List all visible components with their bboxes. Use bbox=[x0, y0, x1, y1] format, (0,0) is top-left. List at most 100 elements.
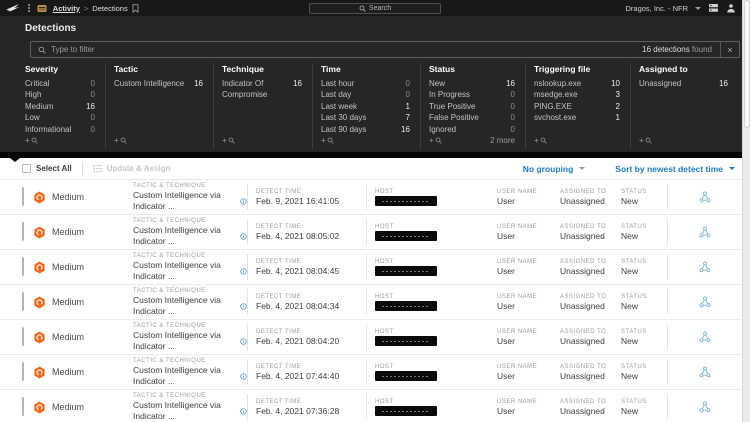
app-menu-kebab-icon[interactable] bbox=[27, 3, 31, 13]
facet-more-link[interactable]: 2 more bbox=[490, 136, 515, 145]
filter-collapse-handle[interactable] bbox=[0, 152, 750, 162]
facet-option[interactable]: Indicator Of Compromise 16 bbox=[222, 78, 302, 101]
status-column-label: STATUS bbox=[621, 293, 647, 300]
facet-option[interactable]: True Positive 0 bbox=[429, 101, 515, 112]
network-graph-icon[interactable] bbox=[698, 400, 712, 414]
facet-option[interactable]: Medium 16 bbox=[25, 101, 95, 112]
table-row[interactable]: Medium TACTIC & TECHNIQUE Custom Intelli… bbox=[0, 180, 742, 215]
select-all-checkbox[interactable] bbox=[22, 164, 31, 173]
severity-medium-icon bbox=[34, 366, 45, 378]
facet-option-count: 16 bbox=[86, 101, 95, 111]
clear-filter-button[interactable]: × bbox=[721, 45, 739, 55]
add-facet-filter-button[interactable]: + bbox=[114, 136, 127, 145]
facet-option[interactable]: Custom Intelligence 16 bbox=[114, 78, 203, 89]
plus-icon: + bbox=[534, 136, 539, 145]
breadcrumb-activity-link[interactable]: Activity bbox=[53, 4, 80, 13]
table-row[interactable]: Medium TACTIC & TECHNIQUE Custom Intelli… bbox=[0, 355, 742, 390]
vertical-scrollbar[interactable] bbox=[742, 0, 750, 422]
facet-option[interactable]: False Positive 0 bbox=[429, 112, 515, 123]
facet-option-label: In Progress bbox=[429, 90, 470, 100]
network-graph-icon[interactable] bbox=[698, 260, 712, 274]
info-icon[interactable] bbox=[240, 232, 247, 241]
facet-column: Technique Indicator Of Compromise 16 + bbox=[213, 63, 312, 149]
facet-option[interactable]: Critical 0 bbox=[25, 78, 95, 89]
row-checkbox[interactable] bbox=[22, 397, 24, 416]
network-graph-icon[interactable] bbox=[698, 225, 712, 239]
select-all-label[interactable]: Select All bbox=[36, 164, 72, 173]
info-icon[interactable] bbox=[240, 197, 247, 206]
facet-option[interactable]: High 0 bbox=[25, 89, 95, 100]
add-facet-filter-button[interactable]: + bbox=[321, 136, 334, 145]
table-row[interactable]: Medium TACTIC & TECHNIQUE Custom Intelli… bbox=[0, 215, 742, 250]
add-facet-filter-button[interactable]: + bbox=[639, 136, 652, 145]
tactic-value: Custom Intelligence via Indicator ... bbox=[133, 365, 221, 386]
user-avatar-icon[interactable] bbox=[726, 3, 736, 13]
row-checkbox[interactable] bbox=[22, 292, 24, 311]
facet-option[interactable]: New 16 bbox=[429, 78, 515, 89]
scrollbar-thumb[interactable] bbox=[744, 0, 750, 128]
bookmark-icon[interactable] bbox=[132, 3, 139, 13]
network-graph-icon[interactable] bbox=[698, 330, 712, 344]
facet-option[interactable]: msedge.exe 3 bbox=[534, 89, 620, 100]
facet-option[interactable]: Last day 0 bbox=[321, 89, 410, 100]
page-title: Detections bbox=[25, 23, 77, 34]
assigned-to-column-label: ASSIGNED TO bbox=[560, 258, 607, 265]
sort-dropdown[interactable]: Sort by newest detect time bbox=[615, 164, 723, 174]
row-checkbox[interactable] bbox=[22, 257, 24, 276]
facet-option[interactable]: In Progress 0 bbox=[429, 89, 515, 100]
facet-column: Tactic Custom Intelligence 16 + bbox=[105, 63, 213, 149]
detect-time-column-label: DETECT TIME bbox=[256, 328, 302, 335]
add-facet-filter-button[interactable]: + bbox=[222, 136, 235, 145]
info-icon[interactable] bbox=[240, 337, 247, 346]
network-graph-icon[interactable] bbox=[698, 190, 712, 204]
add-facet-filter-button[interactable]: + bbox=[429, 136, 442, 145]
facet-option-label: New bbox=[429, 79, 446, 88]
info-icon[interactable] bbox=[240, 267, 247, 276]
network-graph-icon[interactable] bbox=[698, 295, 712, 309]
table-row[interactable]: Medium TACTIC & TECHNIQUE Custom Intelli… bbox=[0, 390, 742, 422]
host-column-label: HOST bbox=[375, 259, 394, 265]
row-checkbox[interactable] bbox=[22, 222, 24, 241]
table-row[interactable]: Medium TACTIC & TECHNIQUE Custom Intelli… bbox=[0, 250, 742, 285]
facet-option[interactable]: Last 90 days 16 bbox=[321, 124, 410, 135]
facet-option[interactable]: PING.EXE 2 bbox=[534, 101, 620, 112]
add-facet-filter-button[interactable]: + bbox=[534, 136, 547, 145]
server-stack-icon[interactable] bbox=[708, 3, 719, 13]
add-facet-filter-button[interactable]: + bbox=[25, 136, 38, 145]
facet-option[interactable]: Informational 0 bbox=[25, 124, 95, 135]
org-selector[interactable]: Dragos, Inc. - NFR bbox=[625, 4, 688, 13]
info-icon[interactable] bbox=[240, 372, 247, 381]
facet-option-label: Low bbox=[25, 113, 40, 123]
detect-time-value: Feb. 9, 2021 16:41:05 bbox=[256, 195, 340, 206]
row-checkbox[interactable] bbox=[22, 327, 24, 346]
facet-option[interactable]: Last 30 days 7 bbox=[321, 112, 410, 123]
status-column-label: STATUS bbox=[621, 363, 647, 370]
network-graph-icon[interactable] bbox=[698, 365, 712, 379]
facet-option-label: Medium bbox=[25, 101, 54, 111]
grouping-dropdown[interactable]: No grouping bbox=[523, 164, 574, 174]
site-icon[interactable] bbox=[37, 4, 47, 13]
table-row[interactable]: Medium TACTIC & TECHNIQUE Custom Intelli… bbox=[0, 285, 742, 320]
facet-option[interactable]: nslookup.exe 10 bbox=[534, 78, 620, 89]
facet-option[interactable]: Last week 1 bbox=[321, 101, 410, 112]
facet-option[interactable]: Last hour 0 bbox=[321, 78, 410, 89]
row-checkbox[interactable] bbox=[22, 362, 24, 381]
facet-option[interactable]: svchost.exe 1 bbox=[534, 112, 620, 123]
assigned-to-value: Unassigned bbox=[560, 335, 605, 346]
tactic-value: Custom Intelligence via Indicator ... bbox=[133, 330, 221, 351]
info-icon[interactable] bbox=[240, 302, 247, 311]
status-column-label: STATUS bbox=[621, 398, 647, 405]
update-assign-label: Update & Assign bbox=[106, 164, 171, 173]
filter-input[interactable]: Type to filter 16 detections found × bbox=[30, 41, 740, 58]
dragos-logo-icon[interactable] bbox=[6, 3, 21, 14]
row-checkbox[interactable] bbox=[22, 187, 24, 206]
update-assign-button[interactable]: Update & Assign bbox=[93, 164, 171, 173]
tactic-column-label: TACTIC & TECHNIQUE bbox=[133, 183, 206, 189]
table-row[interactable]: Medium TACTIC & TECHNIQUE Custom Intelli… bbox=[0, 320, 742, 355]
info-icon[interactable] bbox=[240, 407, 247, 416]
facet-option[interactable]: Ignored 0 bbox=[429, 124, 515, 135]
facet-option[interactable]: Unassigned 16 bbox=[639, 78, 728, 89]
global-search-input[interactable]: Search bbox=[309, 2, 441, 14]
facet-option[interactable]: Low 0 bbox=[25, 112, 95, 123]
search-icon bbox=[327, 137, 334, 144]
